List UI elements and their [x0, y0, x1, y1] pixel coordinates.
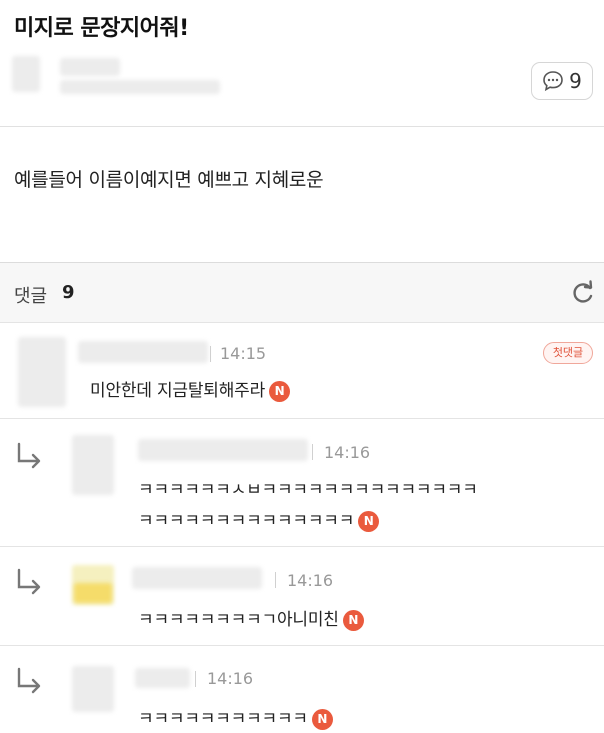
- comment-text: 미안한데 지금탈퇴해주라 N: [90, 376, 291, 402]
- comment-text-content: ㅋㅋㅋㅋㅋㅋㅋㅋㄱ아니미친: [138, 610, 339, 630]
- new-badge: N: [311, 708, 333, 730]
- first-comment-badge: 첫댓글: [543, 342, 593, 364]
- reply-item: 14:16 ㅋㅋㅋㅋㅋㅋㅋㅋㄱ아니미친 N: [0, 547, 604, 646]
- comment-text-line: ㅋㅋㅋㅋㅋㅋㅅㅂㅋㅋㅋㅋㅋㅋㅋㅋㅋㅋㅋㅋㅋㅋ: [138, 480, 478, 500]
- comment-time: 14:16: [324, 443, 371, 462]
- refresh-icon[interactable]: [570, 280, 596, 306]
- comment-time: 14:15: [220, 344, 267, 363]
- author-info-blurred: [12, 56, 40, 92]
- new-badge: N: [342, 609, 364, 631]
- reply-arrow-icon: [17, 442, 41, 469]
- comment-text-content: ㅋㅋㅋㅋㅋㅋㅋㅋㅋㅋㅋ: [138, 709, 308, 729]
- comment-text: ㅋㅋㅋㅋㅋㅋㅋㅋㄱ아니미친 N: [138, 605, 364, 631]
- avatar-accent: [74, 583, 112, 603]
- comment-item: 14:15 미안한데 지금탈퇴해주라 N: [0, 323, 604, 419]
- post-content: 예를들어 이름이예지면 예쁘고 지혜로운: [14, 169, 324, 191]
- post-meta-blurred: [60, 80, 220, 94]
- comments-label: 댓글: [14, 286, 48, 307]
- comment-text: ㅋㅋㅋㅋㅋㅋㅋㅋㅋㅋㅋ N: [138, 704, 333, 730]
- comment-text-line: ㅋㅋㅋㅋㅋㅋㅋㅋㅋㅋㅋㅋㅋㅋ N: [138, 506, 380, 532]
- meta-divider: [210, 346, 211, 362]
- reply-item: 14:16 ㅋㅋㅋㅋㅋㅋㅋㅋㅋㅋㅋ N: [0, 646, 604, 733]
- comment-count-button[interactable]: 9: [531, 62, 593, 100]
- avatar: [72, 666, 114, 712]
- speech-bubble-icon: [543, 71, 563, 92]
- reply-arrow-icon: [17, 667, 41, 694]
- commenter-name-blurred: [78, 341, 208, 363]
- reply-arrow-icon: [17, 568, 41, 595]
- post-body: 예를들어 이름이예지면 예쁘고 지혜로운: [0, 127, 604, 263]
- avatar: [72, 435, 114, 495]
- new-badge: N: [269, 380, 291, 402]
- meta-divider: [195, 671, 196, 687]
- author-name-blurred: [60, 58, 120, 76]
- comments-header: 댓글 9: [0, 263, 604, 323]
- commenter-name-blurred: [138, 439, 308, 461]
- comments-count: 9: [62, 282, 75, 303]
- reply-item: 14:16 ㅋㅋㅋㅋㅋㅋㅅㅂㅋㅋㅋㅋㅋㅋㅋㅋㅋㅋㅋㅋㅋㅋ ㅋㅋㅋㅋㅋㅋㅋㅋㅋㅋㅋ…: [0, 419, 604, 547]
- meta-divider: [312, 444, 313, 460]
- comment-text-content: 미안한데 지금탈퇴해주라: [90, 381, 266, 401]
- commenter-name-blurred: [135, 668, 190, 688]
- new-badge: N: [358, 510, 380, 532]
- meta-divider: [275, 572, 276, 588]
- commenter-name-blurred: [132, 567, 262, 589]
- comment-text-content: ㅋㅋㅋㅋㅋㅋㅋㅋㅋㅋㅋㅋㅋㅋ: [138, 511, 355, 531]
- comment-time: 14:16: [207, 669, 254, 688]
- post-title: 미지로 문장지어줘!: [14, 16, 189, 41]
- post-header: 미지로 문장지어줘! 9: [0, 0, 604, 127]
- avatar: [18, 337, 66, 407]
- comment-count: 9: [569, 69, 582, 93]
- comment-time: 14:16: [287, 571, 334, 590]
